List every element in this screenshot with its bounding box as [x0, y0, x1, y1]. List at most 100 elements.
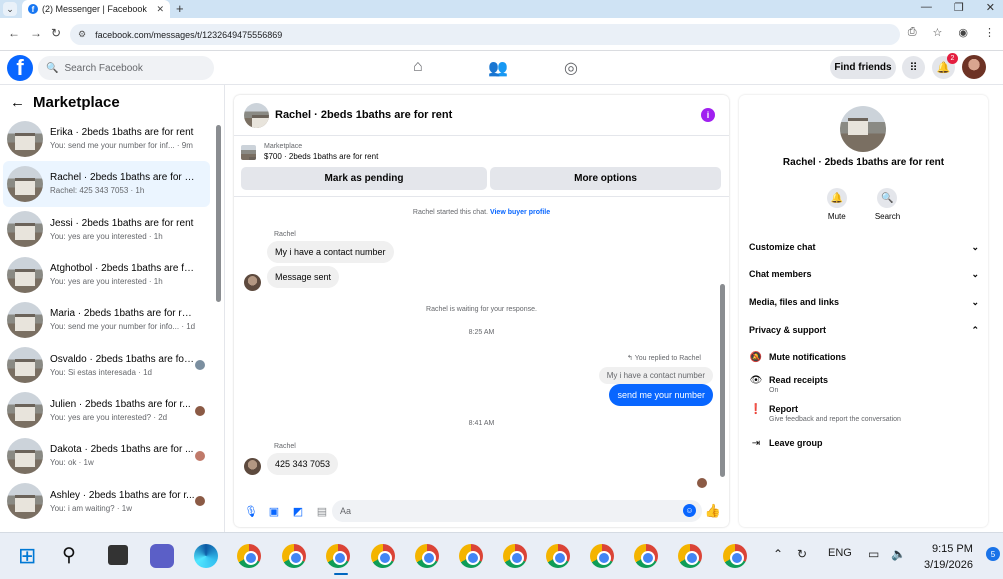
windows-taskbar: ⊞ ⚲ ⌃ ↻ ENG ▭ 🔈 9:15 PM 3/19/2026 5	[0, 532, 1003, 579]
mute-notifications-item[interactable]: 🔕 Mute notifications	[749, 352, 969, 363]
close-tab-icon[interactable]: ✕	[156, 4, 164, 15]
notification-count-badge[interactable]: 5	[986, 547, 1000, 561]
display-icon[interactable]: ▭	[868, 547, 879, 561]
chrome-profile-icon[interactable]	[590, 544, 614, 568]
account-icon[interactable]: ◉	[958, 26, 968, 39]
volume-icon[interactable]: 🔈	[891, 547, 906, 561]
conversation-name: Dakota · 2beds 1baths are for ...	[50, 444, 194, 456]
url-field[interactable]: ⚙ facebook.com/messages/t/12326494755568…	[70, 24, 900, 45]
incoming-message[interactable]: My i have a contact number	[267, 241, 394, 263]
chrome-profile-icon[interactable]	[371, 544, 395, 568]
view-buyer-profile-link[interactable]: View buyer profile	[490, 209, 550, 216]
menu-grid-icon[interactable]: ⠿	[902, 56, 925, 79]
quoted-message[interactable]: My i have a contact number	[598, 367, 713, 384]
conversation-item[interactable]: Osvaldo · 2beds 1baths are for... You: Si…	[3, 342, 210, 387]
chevron-up-icon[interactable]: ⌃	[773, 547, 783, 561]
install-app-icon[interactable]: ⎙	[908, 26, 917, 39]
chat-title[interactable]: Rachel · 2beds 1baths are for rent	[275, 109, 452, 121]
site-info-icon[interactable]: ⚙	[78, 29, 86, 40]
sender-avatar[interactable]	[244, 274, 261, 291]
mute-button[interactable]: 🔔 Mute	[826, 188, 847, 221]
taskbar-search-icon[interactable]: ⚲	[62, 544, 76, 567]
conversation-preview: You: i am waiting? · 1w	[50, 503, 132, 513]
conversation-item[interactable]: Ashley · 2beds 1baths are for r... You: i…	[3, 478, 210, 523]
info-icon[interactable]: i	[701, 108, 715, 122]
clock-time: 9:15 PM	[931, 543, 973, 555]
conversation-item[interactable]: Maria · 2beds 1baths are for rent You: se…	[3, 297, 210, 342]
notifications-bell-icon[interactable]: 🔔 2	[932, 53, 958, 79]
tab-search-icon[interactable]: ⌄	[3, 2, 17, 16]
system-clock[interactable]: 9:15 PM 3/19/2026	[924, 541, 973, 573]
read-receipts-item[interactable]: 👁 Read receipts On	[749, 375, 969, 394]
chrome-profile-icon[interactable]	[503, 544, 527, 568]
find-friends-button[interactable]: Find friends	[830, 56, 896, 79]
gif-icon[interactable]: ▤	[316, 505, 328, 518]
back-arrow-icon[interactable]: ←	[10, 94, 25, 111]
chrome-icon[interactable]	[237, 544, 261, 568]
conversation-item[interactable]: Dakota · 2beds 1baths are for ... You: ok…	[3, 433, 210, 478]
chrome-profile-icon[interactable]	[459, 544, 483, 568]
task-view-icon[interactable]	[108, 545, 128, 565]
browser-menu-icon[interactable]: ⋮	[984, 26, 995, 39]
outgoing-message[interactable]: send me your number	[609, 384, 713, 406]
chrome-profile-icon[interactable]	[282, 544, 306, 568]
marketplace-listing-strip[interactable]: Marketplace $700 · 2beds 1baths are for …	[241, 143, 378, 161]
report-item[interactable]: ❗ Report Give feedback and report the con…	[749, 404, 969, 423]
home-icon[interactable]: ⌂	[413, 58, 423, 76]
incoming-message[interactable]: Message sent	[267, 266, 340, 288]
groups-icon[interactable]: ◎	[564, 58, 578, 78]
chrome-profile-icon[interactable]	[415, 544, 439, 568]
sender-name: Rachel	[274, 231, 296, 238]
composer-bar: 🎙 ▣ ◩ ▤ Aa ☺ 👍	[234, 495, 729, 527]
conversation-preview: You: send me your number for info... · 1…	[50, 322, 196, 332]
chrome-profile-icon[interactable]	[634, 544, 658, 568]
conversation-item[interactable]: Julien · 2beds 1baths are for r... You: y…	[3, 388, 210, 433]
minimize-icon[interactable]: —	[921, 1, 932, 14]
mark-as-pending-button[interactable]: Mark as pending	[241, 167, 487, 190]
search-chat-button[interactable]: 🔍 Search	[875, 188, 900, 221]
language-indicator[interactable]: ENG	[828, 547, 852, 559]
privacy-support-section[interactable]: Privacy & support ⌃	[749, 325, 979, 336]
chrome-profile-icon[interactable]	[678, 544, 702, 568]
timestamp: 8:25 AM	[468, 329, 495, 336]
customize-chat-section[interactable]: Customize chat ⌄	[749, 242, 979, 253]
browser-tab[interactable]: f (2) Messenger | Facebook ✕	[22, 0, 170, 18]
forward-icon[interactable]: →	[30, 26, 42, 40]
message-input[interactable]: Aa ☺	[332, 500, 702, 522]
edge-icon[interactable]	[194, 544, 218, 568]
photo-icon[interactable]: ▣	[268, 505, 280, 518]
like-thumbs-up-icon[interactable]: 👍	[705, 503, 721, 519]
chrome-profile-icon[interactable]	[723, 544, 747, 568]
search-input[interactable]: 🔍 Search Facebook	[38, 56, 214, 80]
bookmark-star-icon[interactable]: ☆	[933, 26, 943, 39]
conversation-item[interactable]: Erika · 2beds 1baths are for rent You: se…	[3, 116, 210, 161]
incoming-message[interactable]: 425 343 7053	[267, 453, 339, 475]
reload-icon[interactable]: ↻	[51, 26, 61, 40]
friends-icon[interactable]: 👥	[488, 58, 508, 78]
chrome-profile-icon[interactable]	[326, 544, 350, 568]
chrome-profile-icon[interactable]	[546, 544, 570, 568]
facebook-logo-icon[interactable]: f	[7, 55, 33, 81]
sender-avatar[interactable]	[244, 458, 261, 475]
sticker-icon[interactable]: ◩	[292, 505, 304, 518]
conversation-item[interactable]: Jessi · 2beds 1baths are for rent You: ye…	[3, 207, 210, 252]
conversation-item-active[interactable]: Rachel · 2beds 1baths are for rent Rachel…	[3, 161, 210, 207]
sidebar-scrollbar[interactable]	[216, 125, 221, 302]
media-files-section[interactable]: Media, files and links ⌄	[749, 297, 979, 308]
more-options-button[interactable]: More options	[490, 167, 721, 190]
teams-icon[interactable]	[150, 544, 174, 568]
network-sync-icon[interactable]: ↻	[797, 547, 807, 561]
leave-group-item[interactable]: ⇥ Leave group	[749, 438, 969, 449]
back-icon[interactable]: ←	[8, 26, 20, 40]
microphone-icon[interactable]: 🎙	[244, 505, 258, 518]
windows-start-icon[interactable]: ⊞	[18, 545, 36, 567]
maximize-icon[interactable]: ❐	[954, 1, 964, 14]
chat-members-section[interactable]: Chat members ⌄	[749, 269, 979, 280]
chat-scrollbar[interactable]	[720, 284, 725, 477]
close-window-icon[interactable]: ✕	[986, 1, 995, 14]
item-label: Read receipts	[769, 375, 829, 385]
new-tab-icon[interactable]: +	[176, 1, 184, 16]
profile-avatar[interactable]	[962, 55, 986, 79]
emoji-icon[interactable]: ☺	[683, 504, 696, 517]
conversation-item[interactable]: Atghotbol · 2beds 1baths are for... You: …	[3, 252, 210, 297]
